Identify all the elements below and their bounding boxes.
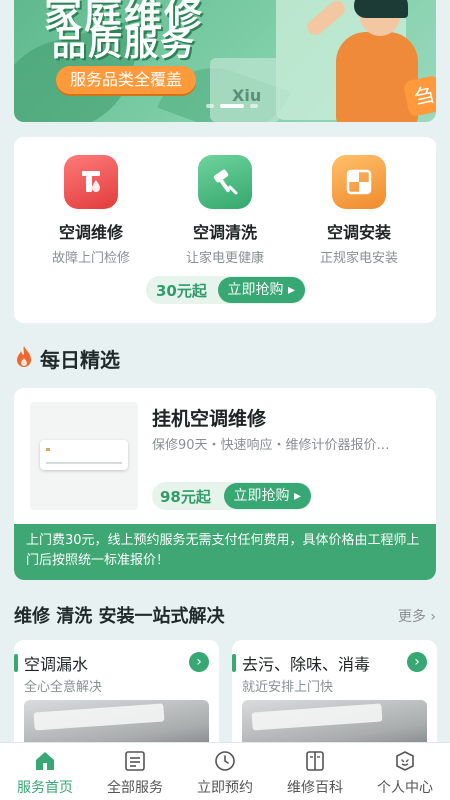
banner-screen-text: Xiu <box>232 86 262 105</box>
banner-title-line2: 品质服务 <box>52 24 196 64</box>
tile-accent-bar <box>232 654 236 672</box>
product-price: 98元起 <box>160 487 211 506</box>
tab-label: 个人中心 <box>377 780 433 796</box>
tab-repair-wiki[interactable]: 维修百科 <box>270 743 360 800</box>
banner-tagline-pill: 服务品类全覆盖 <box>56 66 197 94</box>
buy-now-button[interactable]: 立即抢购 ▸ <box>217 277 305 303</box>
book-icon <box>270 749 360 773</box>
tile-accent-bar <box>14 654 18 672</box>
chevron-right-icon[interactable]: › <box>189 652 209 672</box>
banner-carousel-dots[interactable] <box>206 104 258 108</box>
service-subtitle: 正规家电安装 <box>319 251 398 266</box>
carousel-dot-active[interactable] <box>220 104 244 108</box>
promo-banner[interactable]: Xiu 家庭维修 品质服务 服务品类全覆盖 刍 <box>14 0 436 122</box>
service-item-clean[interactable]: 空调清洗 让家电更健康 <box>160 155 290 266</box>
service-title: 空调安装 <box>326 223 391 242</box>
list-icon <box>90 749 180 773</box>
onestop-section-title: 维修 清洗 安装一站式解决 <box>14 606 225 627</box>
more-link[interactable]: 更多 › <box>398 606 436 626</box>
banner-person-body <box>336 32 418 122</box>
carousel-dot[interactable] <box>250 104 258 108</box>
service-subtitle: 故障上门检修 <box>51 251 130 266</box>
chevron-right-icon[interactable]: › <box>407 652 427 672</box>
install-icon <box>332 155 386 209</box>
tile-subtitle: 全心全意解决 <box>24 680 103 695</box>
product-price-pill[interactable]: 98元起 立即抢购 ▸ <box>152 482 312 510</box>
service-price-pill[interactable]: 30元起 立即抢购 ▸ <box>146 276 306 304</box>
daily-pick-header: 每日精选 <box>14 344 120 373</box>
service-title: 空调维修 <box>58 223 123 242</box>
bottom-tab-bar: 服务首页 全部服务 立即预约 维修百科 个人中心 <box>0 742 450 800</box>
product-title: 挂机空调维修 <box>152 408 267 430</box>
service-subtitle: 让家电更健康 <box>185 251 264 266</box>
carousel-dot[interactable] <box>206 104 214 108</box>
banner-tagline-text: 服务品类全覆盖 <box>70 70 183 89</box>
tab-all-services[interactable]: 全部服务 <box>90 743 180 800</box>
banner-person-hair <box>354 0 408 18</box>
fee-notice: 上门费30元，线上预约服务无需支付任何费用，具体价格由工程师上门后按照统一标准报… <box>14 524 436 580</box>
tab-label: 全部服务 <box>107 780 163 796</box>
tab-label: 服务首页 <box>17 780 73 796</box>
service-item-repair[interactable]: 空调维修 故障上门检修 <box>26 155 156 266</box>
ac-vent <box>46 462 122 464</box>
service-title: 空调清洗 <box>192 223 257 242</box>
solution-tile-leak[interactable]: 空调漏水 全心全意解决 › <box>14 640 219 750</box>
tab-home[interactable]: 服务首页 <box>0 743 90 800</box>
product-image <box>30 402 138 510</box>
tab-label: 维修百科 <box>287 780 343 796</box>
clean-icon <box>198 155 252 209</box>
flame-icon <box>14 345 34 373</box>
tab-book-now[interactable]: 立即预约 <box>180 743 270 800</box>
clock-icon <box>180 749 270 773</box>
daily-pick-card[interactable]: 挂机空调维修 保修90天・快速响应・维修计价器报价… 98元起 立即抢购 ▸ 上… <box>14 388 436 580</box>
tile-subtitle: 就近安排上门快 <box>242 680 334 695</box>
tile-title: 空调漏水 <box>24 655 89 674</box>
buy-now-button[interactable]: 立即抢购 ▸ <box>223 483 311 509</box>
solution-tile-clean[interactable]: 去污、除味、消毒 就近安排上门快 › <box>232 640 437 750</box>
user-icon <box>360 749 450 773</box>
service-item-install[interactable]: 空调安装 正规家电安装 <box>294 155 424 266</box>
tile-title: 去污、除味、消毒 <box>242 655 371 674</box>
service-price: 30元起 <box>156 281 207 300</box>
ac-led <box>46 448 50 451</box>
air-conditioner-image <box>40 440 128 470</box>
tab-label: 立即预约 <box>197 780 253 796</box>
home-icon <box>0 749 90 773</box>
repair-icon <box>64 155 118 209</box>
product-description: 保修90天・快速响应・维修计价器报价… <box>152 438 390 453</box>
tab-profile[interactable]: 个人中心 <box>360 743 450 800</box>
section-title: 每日精选 <box>40 348 120 372</box>
service-card: 空调维修 故障上门检修 空调清洗 让家电更健康 空调安装 正规家电安装 30元起… <box>14 137 436 323</box>
